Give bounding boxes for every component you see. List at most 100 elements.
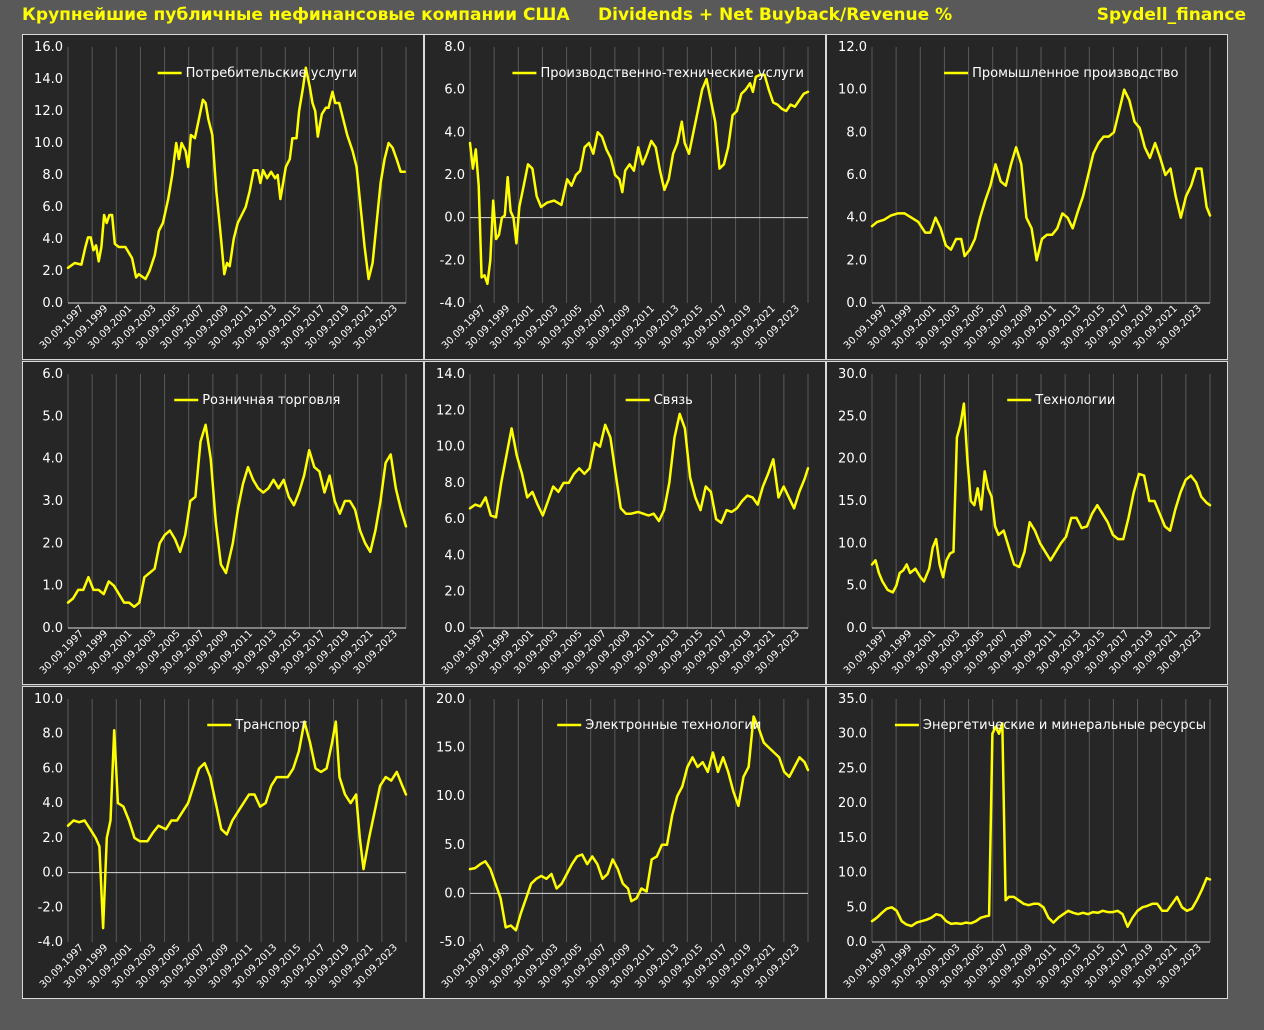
chart-panel-industrial-services: 30.09.1997 30.09.1999 30.09.2001 30.09.2003… xyxy=(424,34,826,360)
chart-svg: 30.09.199730.09.199930.09.200130.09.2003… xyxy=(440,40,810,352)
y-tick-label: 16.0 xyxy=(34,40,63,55)
chart-panel-manufacturing: 30.09.1997 30.09.1999 30.09.2001 30.09.2003… xyxy=(826,34,1228,360)
y-tick-label: -2.0 xyxy=(38,900,63,915)
y-tick-label: 0.0 xyxy=(846,296,867,311)
y-tick-label: 15.0 xyxy=(436,741,465,756)
chart-panel-energy-minerals: 30.09.1997 30.09.1999 30.09.2001 30.09.2003… xyxy=(826,686,1228,999)
legend-label: Розничная торговля xyxy=(202,393,340,408)
y-tick-label: 2.0 xyxy=(42,264,63,279)
y-tick-label: 12.0 xyxy=(34,104,63,119)
legend: Технологии xyxy=(1007,393,1115,408)
chart-panel-electronic-technology: 30.09.1997 30.09.1999 30.09.2001 30.09.2003… xyxy=(424,686,826,999)
y-tick-label: 5.0 xyxy=(444,838,465,853)
chart-svg: 30.09.199730.09.199930.09.200130.09.2003… xyxy=(838,40,1212,352)
legend: Розничная торговля xyxy=(174,393,340,408)
y-tick-label: 8.0 xyxy=(42,168,63,183)
y-tick-label: 8.0 xyxy=(846,125,867,140)
y-tick-label: 3.0 xyxy=(42,494,63,509)
y-tick-label: -4.0 xyxy=(38,935,63,950)
y-tick-label: 4.0 xyxy=(846,211,867,226)
y-tick-label: 6.0 xyxy=(42,761,63,776)
y-tick-label: 30.0 xyxy=(838,727,867,742)
y-tick-label: 20.0 xyxy=(838,796,867,811)
y-tick-label: 10.0 xyxy=(34,692,63,707)
y-tick-label: 12.0 xyxy=(436,403,465,418)
y-tick-label: 35.0 xyxy=(838,692,867,707)
y-tick-label: 5.0 xyxy=(846,900,867,915)
legend: Энергетические и минеральные ресурсы xyxy=(894,718,1206,733)
chart-svg: 30.09.199730.09.199930.09.200130.09.2003… xyxy=(38,367,408,677)
series-line xyxy=(66,66,406,281)
legend-label: Потребительские услуги xyxy=(186,66,357,81)
y-tick-label: 1.0 xyxy=(42,579,63,594)
y-tick-label: 8.0 xyxy=(444,40,465,55)
y-tick-label: 10.0 xyxy=(436,789,465,804)
legend: Потребительские услуги xyxy=(157,66,357,81)
chart-panel-technology: 30.09.1997 30.09.1999 30.09.2001 30.09.2003… xyxy=(826,361,1228,685)
y-tick-label: 15.0 xyxy=(838,831,867,846)
chart-svg: 30.09.199730.09.199930.09.200130.09.2003… xyxy=(436,367,810,677)
y-tick-label: 6.0 xyxy=(444,83,465,98)
y-tick-label: 20.0 xyxy=(436,692,465,707)
chart-panel-retail: 30.09.1997 30.09.1999 30.09.2001 30.09.2003… xyxy=(22,361,424,685)
y-tick-label: 2.0 xyxy=(444,168,465,183)
y-tick-label: 4.0 xyxy=(42,796,63,811)
y-tick-label: 25.0 xyxy=(838,409,867,424)
y-tick-label: 0.0 xyxy=(444,886,465,901)
chart-subtitle: Dividends + Net Buyback/Revenue % xyxy=(598,5,953,25)
y-tick-label: 8.0 xyxy=(42,727,63,742)
legend: Электронные технологии xyxy=(557,718,761,733)
chart-panel-communications: 30.09.1997 30.09.1999 30.09.2001 30.09.2003… xyxy=(424,361,826,685)
legend-label: Электронные технологии xyxy=(585,718,761,733)
brand-label: Spydell_finance xyxy=(1096,5,1246,25)
chart-svg: 30.09.199730.09.199930.09.200130.09.2003… xyxy=(34,692,408,991)
y-tick-label: 0.0 xyxy=(846,935,867,950)
legend-label: Транспорт xyxy=(234,718,308,733)
page-title: Крупнейшие публичные нефинансовые компан… xyxy=(22,5,570,25)
y-tick-label: 6.0 xyxy=(42,367,63,382)
charts-grid: 30.09.1997 30.09.1999 30.09.2001 30.09.2003… xyxy=(22,34,1228,999)
y-tick-label: 0.0 xyxy=(444,621,465,636)
y-tick-label: 0.0 xyxy=(42,296,63,311)
y-tick-label: 15.0 xyxy=(838,494,867,509)
y-tick-label: 12.0 xyxy=(838,40,867,55)
y-tick-label: 0.0 xyxy=(42,866,63,881)
y-tick-label: 4.0 xyxy=(444,125,465,140)
chart-svg: 30.09.199730.09.199930.09.200130.09.2003… xyxy=(34,40,407,352)
legend: Связь xyxy=(625,393,693,408)
y-tick-label: 6.0 xyxy=(846,168,867,183)
y-tick-label: 2.0 xyxy=(444,585,465,600)
y-tick-label: 4.0 xyxy=(42,452,63,467)
y-tick-label: 10.0 xyxy=(838,83,867,98)
y-tick-label: 5.0 xyxy=(846,579,867,594)
y-tick-label: -4.0 xyxy=(440,296,465,311)
chart-svg: 30.09.199730.09.199930.09.200130.09.2003… xyxy=(838,692,1212,991)
y-tick-label: 2.0 xyxy=(42,536,63,551)
legend: Производственно-технические услуги xyxy=(512,66,804,81)
y-tick-label: -5.0 xyxy=(440,935,465,950)
y-tick-label: 2.0 xyxy=(846,253,867,268)
y-tick-label: 5.0 xyxy=(42,409,63,424)
legend-label: Связь xyxy=(654,393,693,408)
y-tick-label: 6.0 xyxy=(42,200,63,215)
y-tick-label: 10.0 xyxy=(838,536,867,551)
chart-panel-consumer-services: 30.09.1997 30.09.1999 30.09.2001 30.09.2003… xyxy=(22,34,424,360)
y-tick-label: 14.0 xyxy=(34,72,63,87)
y-tick-label: 6.0 xyxy=(444,512,465,527)
y-tick-label: 8.0 xyxy=(444,476,465,491)
y-tick-label: 4.0 xyxy=(42,232,63,247)
chart-svg: 30.09.199730.09.199930.09.200130.09.2003… xyxy=(838,367,1212,677)
y-tick-label: 4.0 xyxy=(444,548,465,563)
chart-svg: 30.09.199730.09.199930.09.200130.09.2003… xyxy=(436,692,810,991)
y-tick-label: 30.0 xyxy=(838,367,867,382)
y-tick-label: 20.0 xyxy=(838,452,867,467)
legend-label: Промышленное производство xyxy=(972,66,1178,81)
y-tick-label: 0.0 xyxy=(42,621,63,636)
legend: Транспорт xyxy=(207,718,308,733)
y-tick-label: 10.0 xyxy=(838,866,867,881)
y-tick-label: 10.0 xyxy=(436,440,465,455)
y-tick-label: 25.0 xyxy=(838,761,867,776)
legend-label: Энергетические и минеральные ресурсы xyxy=(923,718,1206,733)
y-tick-label: 0.0 xyxy=(846,621,867,636)
y-tick-label: 0.0 xyxy=(444,211,465,226)
